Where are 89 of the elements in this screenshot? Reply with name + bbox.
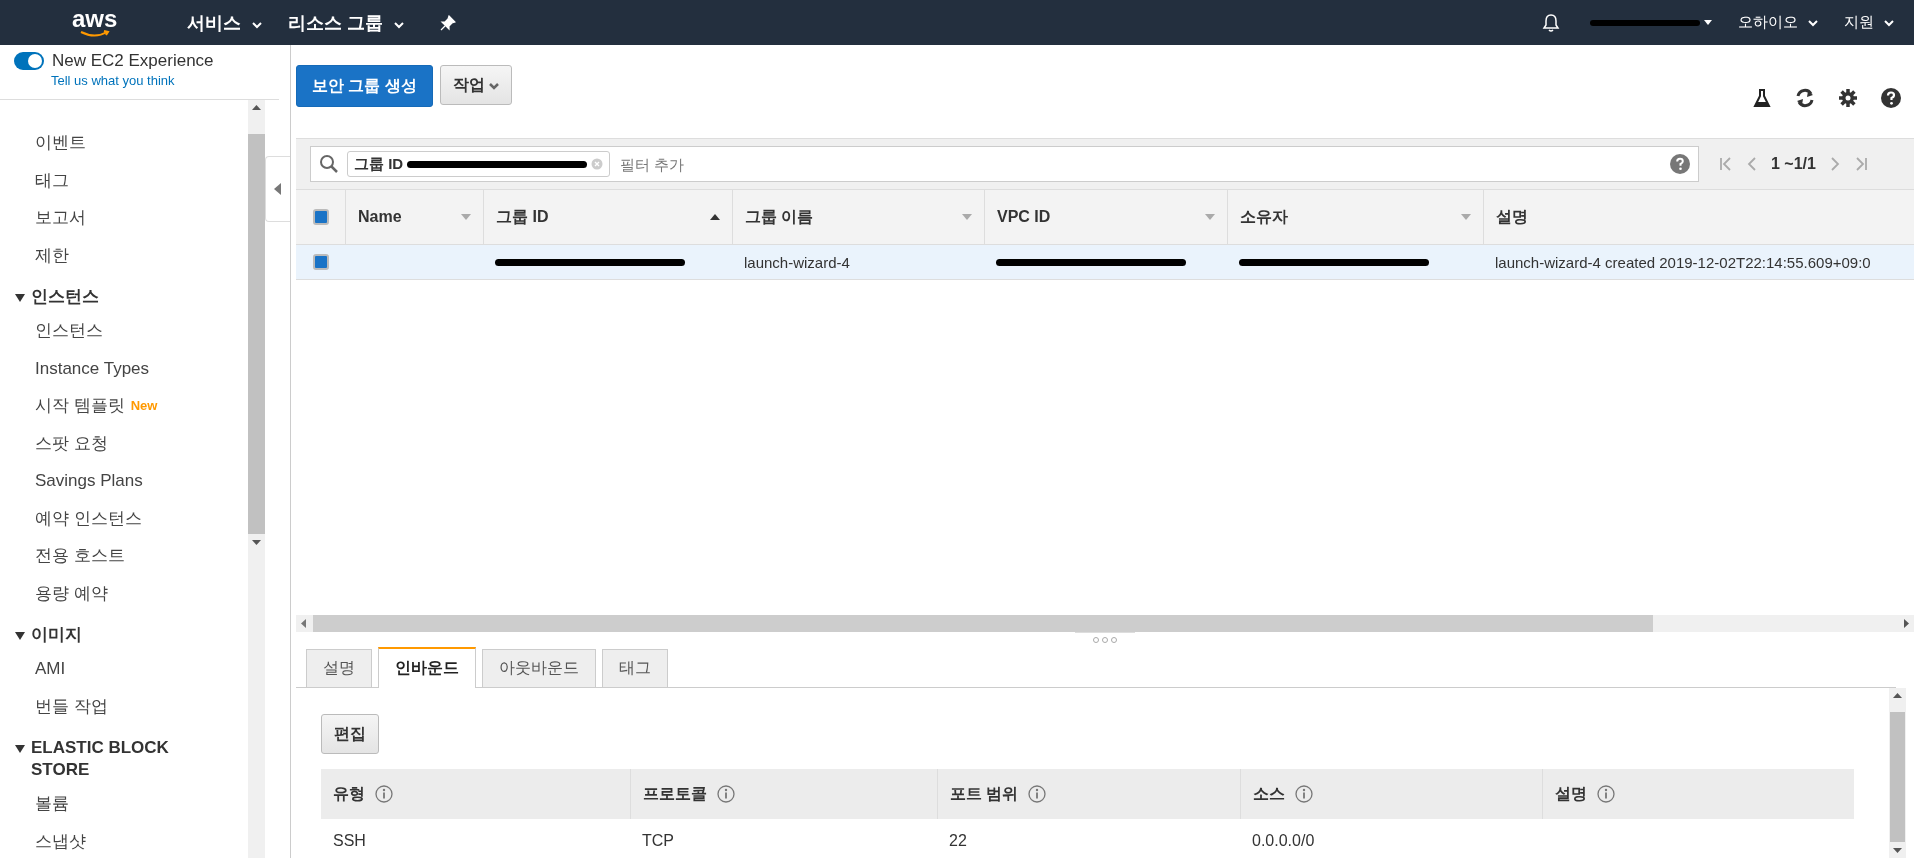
column-header: 프로토콜 <box>643 783 707 804</box>
settings-icon[interactable] <box>1838 88 1858 108</box>
sidebar-item[interactable]: 스팟 요청 <box>14 424 108 462</box>
refresh-icon[interactable] <box>1794 87 1816 109</box>
expand-triangle-icon[interactable] <box>14 291 26 303</box>
caret-icon <box>1884 20 1894 27</box>
table-cell: launch-wizard-4 created 2019-12-02T22:14:55.609+09:0 <box>1495 253 1871 271</box>
support-menu[interactable]: 지원 <box>1843 13 1894 32</box>
scrollbar[interactable] <box>248 100 265 858</box>
sidebar-item[interactable]: 시작 템플릿 <box>14 387 125 425</box>
row-checkbox[interactable] <box>312 254 329 270</box>
info-icon[interactable] <box>717 785 735 803</box>
column-header: 설명 <box>1555 783 1587 804</box>
caret-icon <box>489 82 500 90</box>
filter-search-field[interactable]: 그룹 ID 필터 추가 <box>310 146 1699 182</box>
filter-chip-label: 그룹 ID <box>354 154 404 174</box>
table-cell: TCP <box>642 831 674 850</box>
sidebar-item[interactable]: 전용 호스트 <box>14 537 125 575</box>
info-icon[interactable] <box>375 785 393 803</box>
feedback-link[interactable]: Tell us what you think <box>51 73 175 88</box>
smile-arrow-icon <box>79 29 110 38</box>
tab[interactable]: 태그 <box>602 649 668 687</box>
scroll-left-arrow-icon[interactable] <box>300 619 309 628</box>
column-header[interactable]: Name <box>345 190 483 244</box>
flask-icon[interactable] <box>1752 88 1772 108</box>
table-row[interactable]: launch-wizard-4 launch-wizard-4 created 2019-12-02T22:14:55.609+09:0 <box>296 245 1914 280</box>
nav-menu[interactable]: 리소스 그룹 <box>288 10 405 35</box>
caret-left-icon <box>274 183 282 195</box>
column-header[interactable]: 소유자 <box>1227 190 1483 244</box>
column-header[interactable]: 그룹 ID <box>483 190 732 244</box>
column-header: 소스 <box>1253 783 1285 804</box>
tab[interactable]: 아웃바운드 <box>482 649 596 687</box>
sidebar-item[interactable]: 태그 <box>14 161 248 199</box>
table-cell: 0.0.0.0/0 <box>1252 831 1315 850</box>
sidebar-section-title[interactable]: 인스턴스 <box>31 286 201 308</box>
column-header: 포트 범위 <box>950 783 1019 804</box>
sidebar-item[interactable]: AMI <box>14 650 66 688</box>
new-label: New <box>130 398 158 414</box>
caret-icon <box>1807 20 1818 27</box>
column-header[interactable]: 그룹 이름 <box>732 190 984 244</box>
filter-chip[interactable]: 그룹 ID <box>347 151 611 177</box>
bell-icon[interactable] <box>1541 12 1560 33</box>
column-header[interactable]: 설명 <box>1483 190 1914 244</box>
expand-triangle-icon[interactable] <box>14 742 26 754</box>
sidebar-item[interactable]: Savings Plans <box>14 462 143 500</box>
table-cell: 22 <box>949 831 967 850</box>
toggle-switch[interactable] <box>14 52 44 70</box>
help-icon[interactable] <box>1880 87 1902 109</box>
sidebar-section-title[interactable]: 이미지 <box>31 624 201 646</box>
caret-icon <box>252 21 263 29</box>
tab[interactable]: 인바운드 <box>378 647 476 688</box>
horizontal-scrollbar[interactable] <box>296 615 1914 632</box>
pagination-text: 1 ~1/1 <box>1771 155 1816 173</box>
sidebar-item[interactable]: Instance Types <box>14 349 150 387</box>
info-icon[interactable] <box>1295 785 1313 803</box>
sidebar-section-title[interactable]: ELASTIC BLOCK STORE <box>31 737 201 781</box>
sidebar-item[interactable]: 이벤트 <box>14 124 248 162</box>
column-header: 유형 <box>333 783 365 804</box>
collapse-sidebar-handle[interactable] <box>265 156 290 222</box>
nav-menu[interactable]: 서비스 <box>187 10 263 35</box>
create-security-group-button[interactable]: 보안 그룹 생성 <box>296 65 433 107</box>
caret-icon <box>394 21 405 29</box>
sidebar-item[interactable]: 볼륨 <box>14 785 69 823</box>
expand-triangle-icon[interactable] <box>14 629 26 641</box>
pin-icon[interactable] <box>440 14 457 31</box>
table-cell: launch-wizard-4 <box>744 253 850 271</box>
scroll-right-arrow-icon[interactable] <box>1901 619 1910 628</box>
toggle-label: New EC2 Experience <box>52 51 214 71</box>
sidebar-item[interactable]: 예약 인스턴스 <box>14 499 142 537</box>
caret-icon <box>1703 20 1712 25</box>
sidebar-item[interactable]: 제한 <box>14 236 248 274</box>
sidebar-item[interactable]: 스냅샷 <box>14 822 86 858</box>
search-icon <box>319 154 339 174</box>
sidebar-item[interactable]: 번들 작업 <box>14 687 108 725</box>
edit-button[interactable]: 편집 <box>321 714 379 754</box>
table-cell: SSH <box>333 831 366 850</box>
account-menu[interactable] <box>1589 19 1712 26</box>
sidebar-item[interactable]: 인스턴스 <box>14 312 103 350</box>
sidebar-item[interactable]: 보고서 <box>14 199 248 237</box>
sidebar-item[interactable]: 용량 예약 <box>14 574 108 612</box>
info-icon[interactable] <box>1597 785 1615 803</box>
scrollbar[interactable] <box>1889 688 1906 858</box>
select-all-checkbox[interactable] <box>312 209 329 225</box>
column-header[interactable]: VPC ID <box>984 190 1227 244</box>
tab[interactable]: 설명 <box>306 649 372 687</box>
aws-logo[interactable]: aws <box>72 7 118 38</box>
info-icon[interactable] <box>1028 785 1047 803</box>
region-menu[interactable]: 오하이오 <box>1737 13 1818 32</box>
actions-button[interactable]: 작업 <box>439 65 513 105</box>
